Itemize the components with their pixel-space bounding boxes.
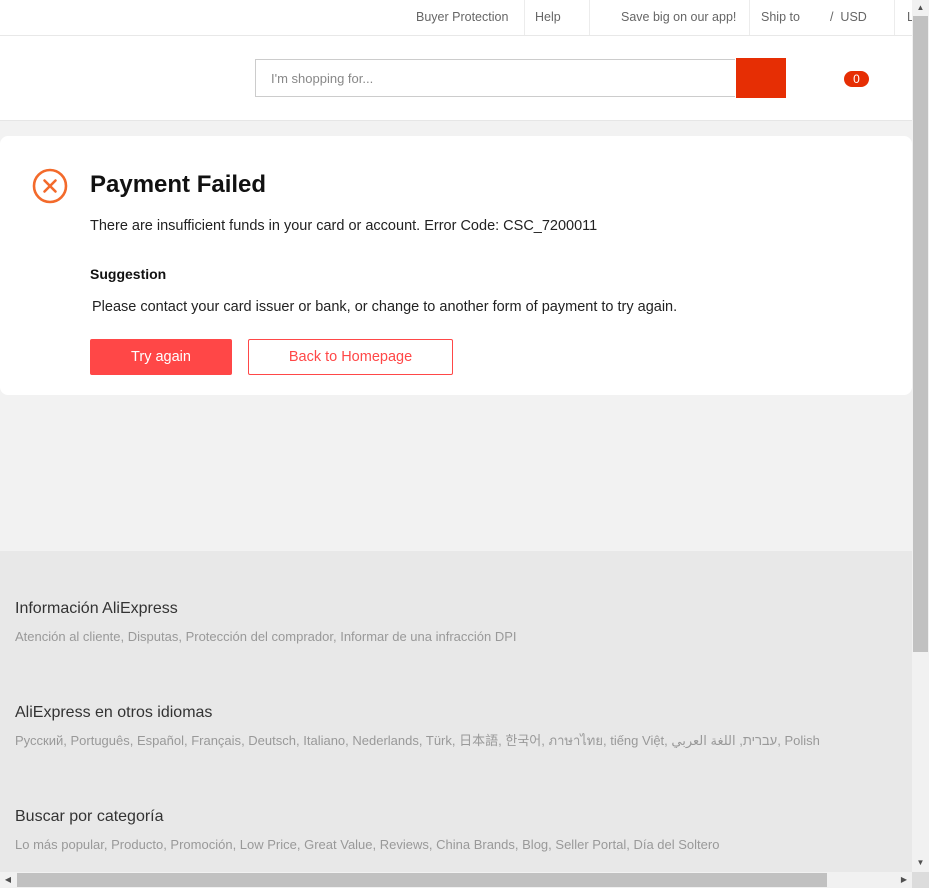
footer-link[interactable]: Reviews	[380, 837, 429, 852]
footer-link[interactable]: Français	[191, 733, 241, 748]
suggestion-text: Please contact your card issuer or bank,…	[92, 299, 678, 315]
link-separator: ,	[372, 837, 380, 852]
link-separator: ,	[178, 629, 186, 644]
scrollbar-corner	[912, 872, 929, 888]
footer-link[interactable]: Português	[70, 733, 129, 748]
divider	[749, 0, 750, 35]
link-separator: ,	[735, 733, 743, 748]
divider	[589, 0, 590, 35]
buyer-protection-link[interactable]: Buyer Protection	[416, 0, 508, 35]
footer-link[interactable]: Seller Portal	[555, 837, 626, 852]
app-promo-link[interactable]: Save big on our app!	[621, 0, 736, 35]
footer-link[interactable]: Español	[137, 733, 184, 748]
search-input[interactable]	[255, 59, 735, 97]
footer-link[interactable]: ภาษาไทย	[549, 733, 603, 748]
footer-link[interactable]: Día del Soltero	[633, 837, 719, 852]
scroll-left-arrow-icon[interactable]: ◀	[0, 872, 16, 888]
footer-link[interactable]: Türk	[426, 733, 452, 748]
footer-links-categories: Lo más popular, Producto, Promoción, Low…	[15, 835, 719, 855]
link-separator: ,	[418, 733, 426, 748]
scroll-up-arrow-icon[interactable]: ▲	[912, 0, 929, 16]
footer-link[interactable]: Atención al cliente	[15, 629, 121, 644]
footer-link[interactable]: Lo más popular	[15, 837, 104, 852]
footer-link[interactable]: Blog	[522, 837, 548, 852]
cart-count-badge[interactable]: 0	[844, 71, 869, 87]
footer-link[interactable]: Low Price	[240, 837, 297, 852]
scroll-down-arrow-icon[interactable]: ▼	[912, 855, 929, 871]
footer-link[interactable]: Informar de una infracción DPI	[340, 629, 516, 644]
help-link[interactable]: Help	[535, 0, 561, 35]
close-circle-icon	[32, 168, 68, 204]
link-separator: ,	[120, 629, 128, 644]
footer-link[interactable]: اللغة العربي	[671, 733, 735, 748]
top-bar: Buyer Protection Help Save big on our ap…	[0, 0, 912, 36]
ship-to-selector[interactable]: Ship to	[761, 0, 800, 35]
footer-link[interactable]: Promoción	[170, 837, 232, 852]
page-title: Payment Failed	[90, 171, 267, 198]
footer-link[interactable]: 日本語	[459, 733, 498, 748]
page-viewport: Buyer Protection Help Save big on our ap…	[0, 0, 912, 872]
error-message: There are insufficient funds in your car…	[90, 218, 598, 234]
divider	[894, 0, 895, 35]
footer-link[interactable]: Great Value	[304, 837, 372, 852]
footer-link[interactable]: Protección del comprador	[186, 629, 333, 644]
footer-link[interactable]: Polish	[784, 733, 819, 748]
footer-link[interactable]: Producto	[111, 837, 163, 852]
footer-link[interactable]: tiếng Việt	[610, 733, 664, 748]
link-separator: ,	[541, 733, 549, 748]
suggestion-heading: Suggestion	[90, 266, 167, 282]
footer-link[interactable]: Deutsch	[248, 733, 296, 748]
footer-link[interactable]: Disputas	[128, 629, 179, 644]
horizontal-scroll-thumb[interactable]	[17, 873, 827, 887]
scroll-right-arrow-icon[interactable]: ▶	[896, 872, 912, 888]
footer-link[interactable]: Nederlands	[352, 733, 419, 748]
footer-heading-categories: Buscar por categoría	[15, 808, 164, 825]
footer-links-info: Atención al cliente, Disputas, Protecció…	[15, 627, 517, 647]
footer-link[interactable]: China Brands	[436, 837, 515, 852]
footer-link[interactable]: עברית	[743, 733, 777, 748]
footer-heading-info: Información AliExpress	[15, 600, 178, 617]
back-to-homepage-button[interactable]: Back to Homepage	[248, 339, 453, 375]
search-button[interactable]	[736, 58, 786, 98]
footer-heading-languages: AliExpress en otros idiomas	[15, 704, 213, 721]
footer-link[interactable]: Русский	[15, 733, 63, 748]
footer-link[interactable]: 한국어	[505, 733, 541, 748]
vertical-scroll-thumb[interactable]	[913, 16, 928, 652]
divider	[524, 0, 525, 35]
site-footer: Información AliExpress Atención al clien…	[0, 551, 912, 872]
footer-links-languages: Русский, Português, Español, Français, D…	[15, 731, 820, 751]
currency-selector[interactable]: / USD	[830, 0, 867, 35]
link-separator: ,	[129, 733, 137, 748]
try-again-button[interactable]: Try again	[90, 339, 232, 375]
site-header: 0	[0, 36, 912, 121]
footer-link[interactable]: Italiano	[303, 733, 345, 748]
link-separator: ,	[232, 837, 240, 852]
